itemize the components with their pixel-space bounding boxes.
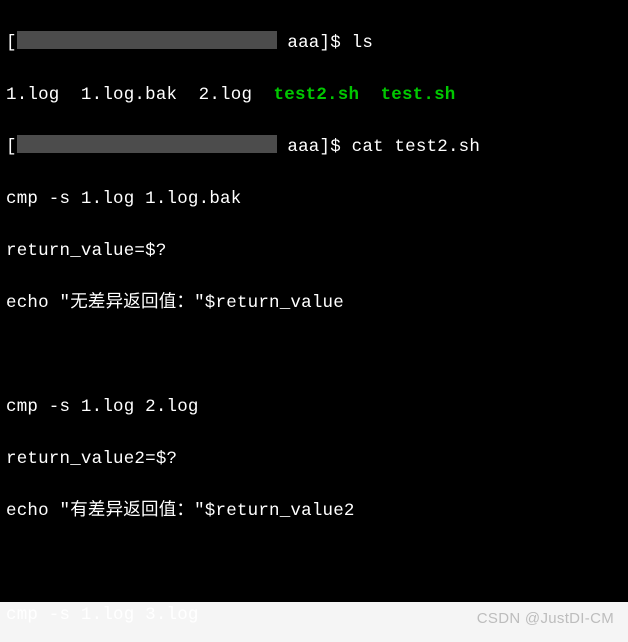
script-line: cmp -s 1.log 3.log: [6, 602, 622, 628]
blank-line: [6, 342, 622, 368]
script-line: echo "无差异返回值："$return_value: [6, 290, 622, 316]
prompt-line-cat: [ aaa]$ cat test2.sh: [6, 134, 622, 160]
redacted-hostname: [17, 135, 277, 153]
prompt-line-ls: [ aaa]$ ls: [6, 30, 622, 56]
blank-line: [6, 550, 622, 576]
executable-file: test.sh: [381, 85, 456, 105]
terminal-window[interactable]: [ aaa]$ ls 1.log 1.log.bak 2.log test2.s…: [0, 0, 628, 602]
script-line: cmp -s 1.log 2.log: [6, 394, 622, 420]
executable-file: test2.sh: [274, 85, 360, 105]
script-line: return_value=$?: [6, 238, 622, 264]
command-ls: ls: [352, 33, 373, 53]
command-cat: cat test2.sh: [352, 137, 480, 157]
script-line: echo "有差异返回值："$return_value2: [6, 498, 622, 524]
script-line: return_value2=$?: [6, 446, 622, 472]
script-line: cmp -s 1.log 1.log.bak: [6, 186, 622, 212]
redacted-hostname: [17, 31, 277, 49]
ls-output: 1.log 1.log.bak 2.log test2.sh test.sh: [6, 82, 622, 108]
